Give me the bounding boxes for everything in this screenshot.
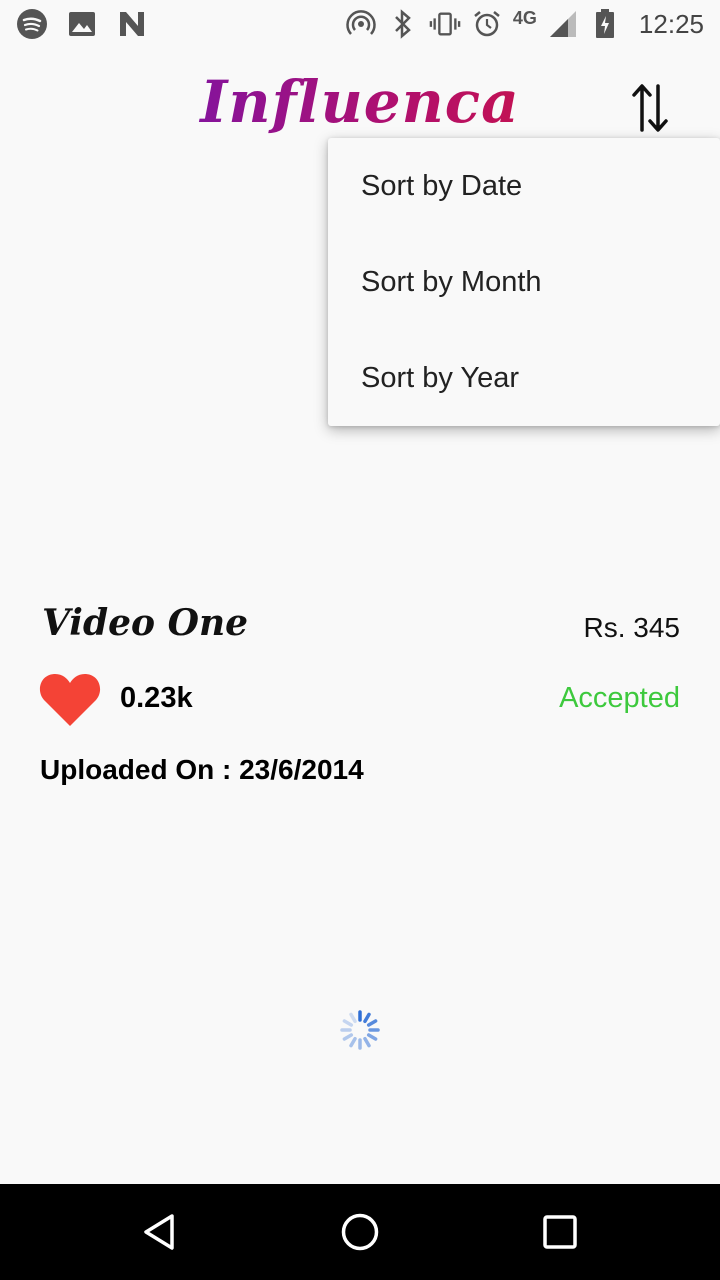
likes-count: 0.23k bbox=[120, 682, 193, 714]
network-type: 4G bbox=[512, 7, 537, 28]
menu-item-sort-month[interactable]: Sort by Month bbox=[328, 234, 720, 330]
n-icon bbox=[116, 8, 148, 40]
vibrate-icon bbox=[429, 8, 461, 40]
upload-date: Uploaded On : 23/6/2014 bbox=[40, 754, 364, 785]
app-title: Influenca bbox=[0, 68, 720, 136]
status-left bbox=[16, 8, 148, 40]
alarm-icon bbox=[471, 8, 503, 40]
status-right: 4G 12:25 bbox=[345, 8, 704, 40]
status-label: Accepted bbox=[559, 682, 680, 714]
screen: 4G 12:25 Influenca Sort by Date Sort by … bbox=[0, 0, 720, 1280]
hotspot-icon bbox=[345, 8, 377, 40]
sort-arrows-icon bbox=[632, 84, 668, 132]
heart-icon[interactable] bbox=[38, 672, 102, 728]
image-icon bbox=[66, 8, 98, 40]
recents-button[interactable] bbox=[536, 1208, 584, 1256]
menu-item-sort-date[interactable]: Sort by Date bbox=[328, 138, 720, 234]
status-bar: 4G 12:25 bbox=[0, 0, 720, 48]
signal-icon bbox=[547, 8, 579, 40]
sort-menu: Sort by Date Sort by Month Sort by Year bbox=[328, 138, 720, 426]
recents-icon bbox=[543, 1215, 577, 1249]
spotify-icon bbox=[16, 8, 48, 40]
menu-item-sort-year[interactable]: Sort by Year bbox=[328, 330, 720, 426]
video-title: Video One bbox=[42, 602, 249, 644]
battery-icon bbox=[589, 8, 621, 40]
sort-button[interactable] bbox=[624, 78, 676, 138]
loading-spinner-icon bbox=[338, 1008, 382, 1052]
navigation-bar bbox=[0, 1184, 720, 1280]
home-button[interactable] bbox=[336, 1208, 384, 1256]
video-price: Rs. 345 bbox=[583, 612, 681, 643]
clock: 12:25 bbox=[638, 8, 704, 39]
home-icon bbox=[341, 1213, 379, 1251]
back-icon bbox=[144, 1214, 174, 1250]
bluetooth-icon bbox=[387, 8, 419, 40]
back-button[interactable] bbox=[136, 1208, 184, 1256]
